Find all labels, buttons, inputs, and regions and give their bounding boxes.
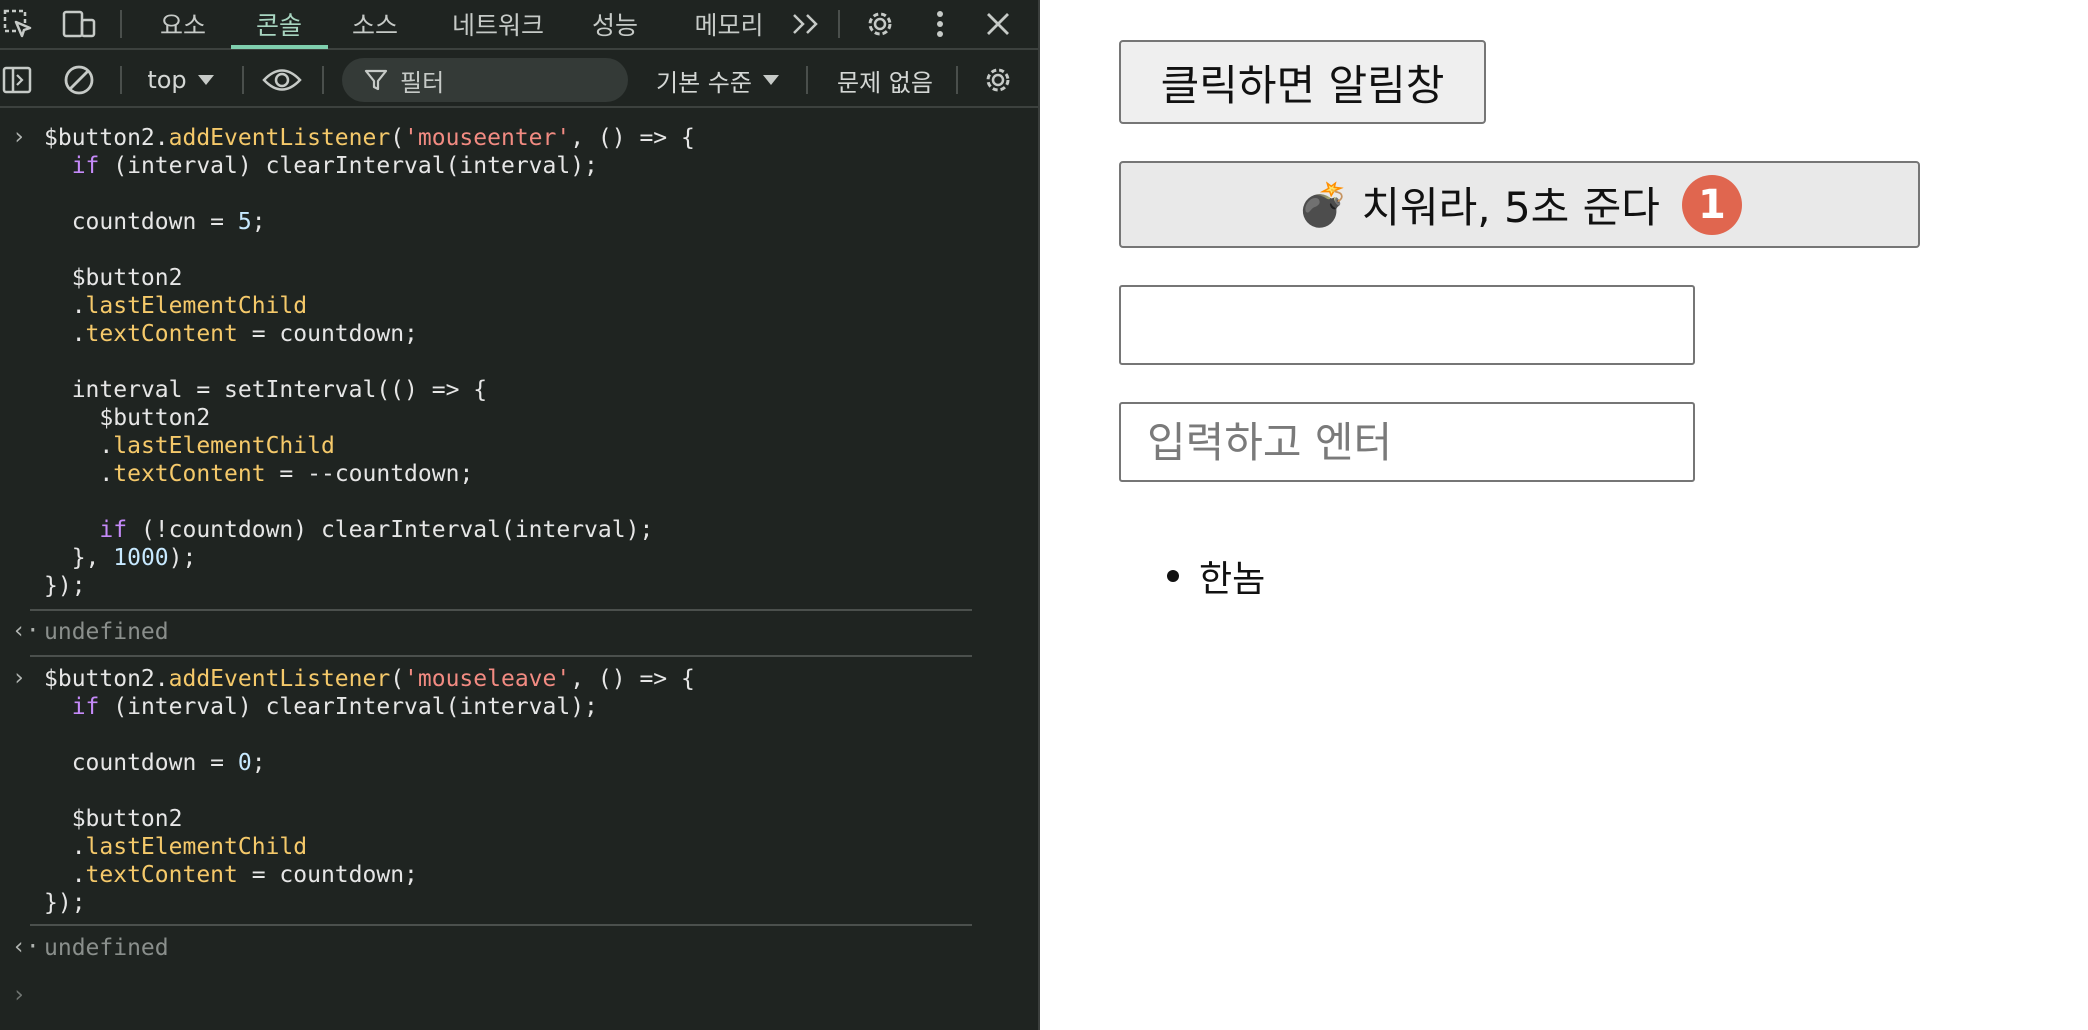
filter-placeholder: 필터 — [400, 68, 445, 97]
tabbar-separator — [120, 10, 122, 38]
result-value: undefined — [44, 619, 169, 645]
device-toolbar-icon[interactable] — [60, 0, 100, 48]
tabbar-separator-2 — [838, 10, 840, 38]
inspect-icon[interactable] — [0, 0, 36, 48]
tab-network[interactable]: 네트워크 — [446, 0, 550, 48]
web-page: 클릭하면 알림창 💣 치워라, 5초 준다 1 한놈 — [1040, 0, 2088, 1030]
close-icon[interactable] — [978, 0, 1018, 48]
entry-separator — [30, 924, 972, 926]
tab-performance[interactable]: 성능 — [582, 0, 648, 48]
countdown-badge: 1 — [1681, 174, 1742, 235]
tab-console[interactable]: 콘솔 — [244, 0, 314, 48]
devtools-tabbar: 요소 콘솔 소스 네트워크 성능 메모리 — [0, 0, 1038, 50]
tab-sources[interactable]: 소스 — [342, 0, 408, 48]
console-output[interactable]: › $button2.addEventListener('mouseenter'… — [0, 112, 1038, 1030]
list-item-text: 한놈 — [1199, 559, 1266, 600]
dropdown-arrow-icon — [197, 75, 214, 85]
result-arrow-icon: ‹· — [12, 934, 40, 960]
toolbar-separator — [120, 66, 122, 94]
active-tab-indicator — [231, 45, 328, 49]
alert-button[interactable]: 클릭하면 알림창 — [1119, 40, 1486, 124]
context-selector[interactable]: top — [136, 52, 226, 108]
input-prompt-icon: › — [12, 124, 26, 150]
log-level-dropdown[interactable]: 기본 수준 — [648, 52, 788, 108]
dropdown-arrow-icon — [762, 75, 779, 85]
more-tabs-icon[interactable] — [788, 0, 824, 48]
entry-separator — [30, 609, 972, 611]
list-item: 한놈 — [1119, 550, 1265, 602]
clear-console-icon[interactable] — [58, 52, 100, 108]
sidebar-toggle-icon[interactable] — [0, 52, 34, 108]
code-block: $button2.addEventListener('mouseleave', … — [44, 666, 695, 916]
entry-separator — [30, 655, 972, 657]
console-toolbar: top 필터 기본 수준 문제 없음 — [0, 52, 1038, 108]
context-label: top — [147, 66, 187, 94]
toolbar-separator-4 — [806, 66, 808, 94]
tab-memory[interactable]: 메모리 — [684, 0, 774, 48]
code-block: $button2.addEventListener('mouseenter', … — [44, 125, 695, 599]
bullet — [1167, 570, 1179, 582]
toolbar-separator-3 — [322, 66, 324, 94]
tab-elements[interactable]: 요소 — [150, 0, 216, 48]
settings-icon[interactable] — [860, 0, 900, 48]
bomb-button-label: 치워라, 5초 준다 — [1361, 183, 1660, 232]
issues-button[interactable]: 문제 없음 — [824, 52, 946, 108]
toolbar-separator-2 — [242, 66, 244, 94]
item-list: 한놈 — [1119, 550, 1265, 602]
log-level-label: 기본 수준 — [656, 68, 752, 97]
kebab-menu-icon[interactable] — [920, 0, 960, 48]
input-prompt-icon: › — [12, 982, 26, 1008]
text-input[interactable] — [1119, 285, 1695, 365]
filter-icon — [364, 69, 388, 91]
enter-input[interactable] — [1119, 402, 1695, 482]
result-value: undefined — [44, 935, 169, 961]
input-prompt-icon: › — [12, 665, 26, 691]
console-settings-icon[interactable] — [976, 52, 1020, 108]
issues-label: 문제 없음 — [837, 68, 933, 97]
bomb-icon: 💣 — [1297, 179, 1350, 229]
devtools-panel: 요소 콘솔 소스 네트워크 성능 메모리 top 필터 기본 수준 문제 없음 … — [0, 0, 1038, 1030]
filter-input[interactable]: 필터 — [342, 58, 628, 102]
result-arrow-icon: ‹· — [12, 618, 40, 644]
bomb-countdown-button[interactable]: 💣 치워라, 5초 준다 1 — [1119, 161, 1920, 248]
eye-icon[interactable] — [260, 52, 304, 108]
toolbar-separator-5 — [956, 66, 958, 94]
